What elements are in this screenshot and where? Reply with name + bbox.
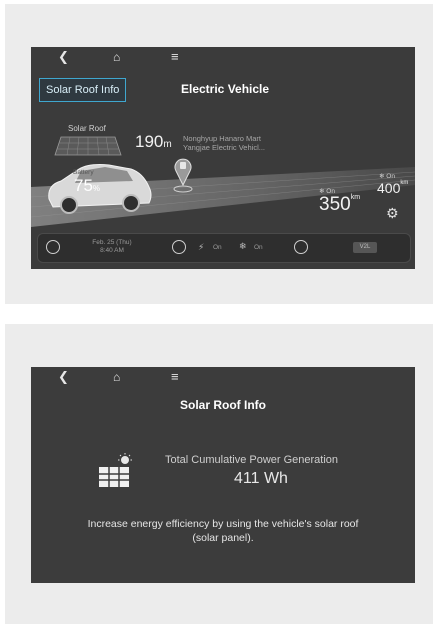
battery-label: Battery bbox=[73, 169, 94, 176]
chevron-left-icon[interactable]: ❮ bbox=[58, 369, 69, 385]
menu-icon[interactable]: ≡ bbox=[171, 369, 179, 385]
electric-vehicle-screen: ❮ ⌂ ≡ Solar Roof Info Electric Vehicle S… bbox=[31, 47, 415, 269]
range-off-number: 400 bbox=[377, 180, 401, 196]
solar-roof-info-button[interactable]: Solar Roof Info bbox=[39, 78, 127, 102]
description-line-2: (solar panel). bbox=[192, 532, 254, 544]
clock-icon[interactable] bbox=[172, 240, 186, 254]
description-line-1: Increase energy efficiency by using the … bbox=[87, 518, 359, 530]
solar-roof-label: Solar Roof bbox=[68, 124, 106, 133]
generation-value: 411 Wh bbox=[234, 470, 288, 487]
time-text: 8:40 AM bbox=[100, 247, 124, 254]
date-time: Feb. 25 (Thu) 8:40 AM bbox=[82, 239, 142, 255]
range-off-unit: km bbox=[400, 180, 409, 186]
v2l-button[interactable]: V2L bbox=[353, 242, 377, 253]
page-title: Solar Roof Info bbox=[180, 398, 266, 412]
top-figure-panel: ❮ ⌂ ≡ Solar Roof Info Electric Vehicle S… bbox=[5, 4, 433, 304]
range-on-number: 350 bbox=[319, 194, 351, 215]
solar-panel-icon bbox=[99, 453, 132, 487]
charge-status: On bbox=[213, 244, 222, 251]
charging-station-pin-icon[interactable] bbox=[171, 153, 195, 193]
page-title: Electric Vehicle bbox=[181, 82, 270, 96]
distance-to-station: 190m bbox=[135, 132, 172, 152]
generation-label: Total Cumulative Power Generation bbox=[165, 454, 339, 466]
distance-value: 190 bbox=[135, 132, 164, 151]
charge-plug-icon: ⚡ bbox=[198, 242, 205, 252]
description-text: Increase energy efficiency by using the … bbox=[31, 517, 415, 545]
home-icon[interactable]: ⌂ bbox=[113, 49, 120, 65]
battery-percent: 75 bbox=[74, 176, 93, 195]
station-line-1: Nonghyup Hanaro Mart bbox=[183, 134, 261, 143]
settings-gear-icon[interactable]: ⚙ bbox=[386, 205, 399, 222]
station-line-2: Yangjae Electric Vehicl... bbox=[183, 143, 265, 152]
distance-unit: m bbox=[163, 139, 172, 150]
battery-value: 75% bbox=[74, 176, 100, 196]
chevron-left-icon[interactable]: ❮ bbox=[58, 49, 69, 65]
date-text: Feb. 25 (Thu) bbox=[92, 239, 132, 246]
solar-roof-info-screen: ❮ ⌂ ≡ Solar Roof Info Total Cumulative P… bbox=[31, 367, 415, 583]
menu-icon[interactable]: ≡ bbox=[171, 49, 179, 65]
range-on-value: 350km bbox=[319, 194, 360, 216]
range-on-unit: km bbox=[350, 194, 361, 201]
power-icon[interactable] bbox=[46, 240, 60, 254]
range-off-value: 400km bbox=[377, 180, 408, 196]
home-icon[interactable]: ⌂ bbox=[113, 369, 120, 385]
range-off-label-text: On bbox=[386, 173, 395, 180]
fan-icon: ❄ bbox=[239, 241, 247, 251]
charging-schedule-icon[interactable] bbox=[294, 240, 308, 254]
bottom-status-bar: Feb. 25 (Thu) 8:40 AM ⚡ On ❄ On V2L bbox=[37, 233, 411, 263]
solar-panel-graphic bbox=[54, 136, 122, 156]
climate-status: On bbox=[254, 244, 263, 251]
station-name: Nonghyup Hanaro Mart Yangjae Electric Ve… bbox=[183, 134, 265, 152]
range-off-label: ❄ On bbox=[379, 173, 395, 180]
bottom-figure-panel: ❮ ⌂ ≡ Solar Roof Info Total Cumulative P… bbox=[5, 324, 433, 624]
top-nav-bar: ❮ ⌂ ≡ bbox=[31, 367, 415, 389]
top-nav-bar: ❮ ⌂ ≡ bbox=[31, 47, 415, 69]
battery-unit: % bbox=[92, 184, 101, 193]
